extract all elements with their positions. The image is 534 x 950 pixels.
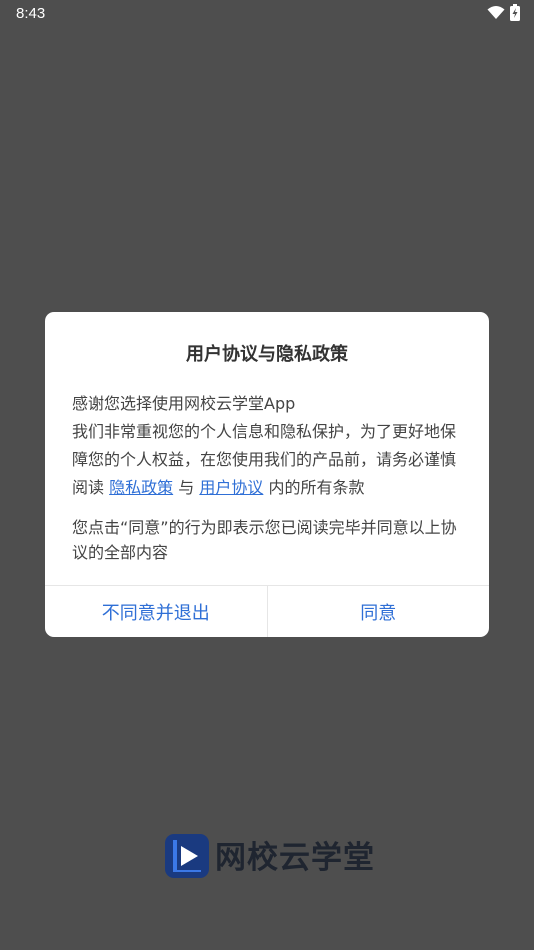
dialog-terms-end-text: 内的所有条款 — [268, 478, 365, 497]
dialog-body: 感谢您选择使用网校云学堂App 我们非常重视您的个人信息和隐私保护，为了更好地保… — [72, 390, 467, 565]
user-agreement-link[interactable]: 用户协议 — [199, 478, 263, 497]
status-time: 8:43 — [16, 5, 46, 22]
status-icons — [487, 3, 520, 25]
dialog-footer: 不同意并退出 同意 — [45, 585, 489, 637]
privacy-dialog: 用户协议与隐私政策 感谢您选择使用网校云学堂App 我们非常重视您的个人信息和隐… — [45, 312, 489, 637]
dialog-consent-paragraph: 您点击“同意”的行为即表示您已阅读完毕并同意以上协议的全部内容 — [72, 518, 457, 562]
brand-logo: 网校云学堂 — [165, 834, 375, 882]
battery-charging-icon — [510, 3, 520, 25]
dialog-intro-line: 感谢您选择使用网校云学堂App — [72, 394, 296, 413]
agree-button[interactable]: 同意 — [268, 586, 490, 637]
wifi-icon — [487, 5, 505, 24]
dialog-title: 用户协议与隐私政策 — [186, 344, 348, 365]
decline-exit-button[interactable]: 不同意并退出 — [45, 586, 268, 637]
dialog-conj-text: 与 — [178, 478, 195, 497]
status-bar: 8:43 — [0, 0, 534, 28]
brand-name: 网校云学堂 — [215, 840, 375, 876]
play-logo-icon — [165, 834, 209, 882]
privacy-policy-link[interactable]: 隐私政策 — [109, 478, 173, 497]
dialog-terms-paragraph: 我们非常重视您的个人信息和隐私保护，为了更好地保障您的个人权益，在您使用我们的产… — [72, 418, 467, 502]
